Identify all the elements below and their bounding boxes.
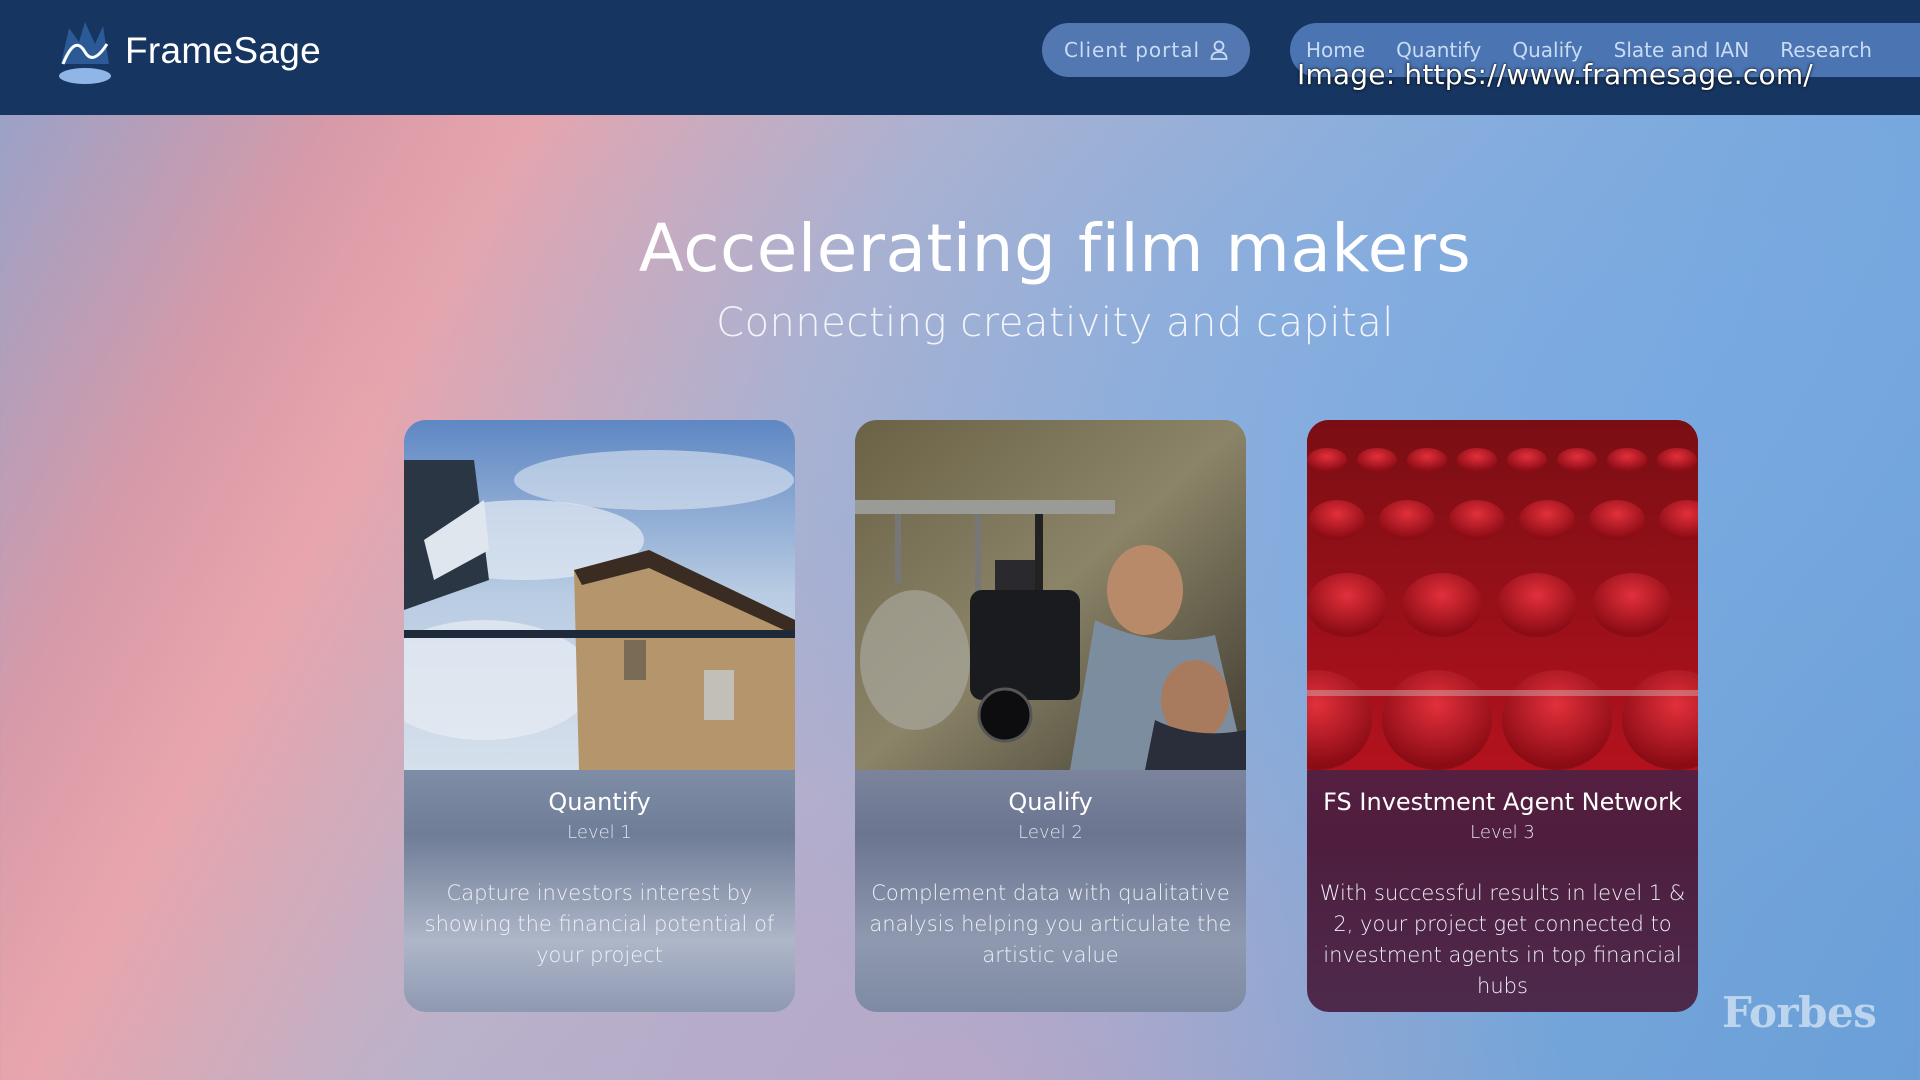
film-crane-photo: [404, 420, 795, 770]
card-title: Quantify: [548, 788, 651, 816]
hero-subtitle: Connecting creativity and capital: [716, 300, 1394, 346]
client-portal-button[interactable]: Client portal: [1042, 23, 1250, 77]
card-title: FS Investment Agent Network: [1323, 788, 1682, 816]
hero-title: Accelerating film makers: [638, 210, 1472, 287]
card-qualify[interactable]: Qualify Level 2 Complement data with qua…: [855, 420, 1246, 1012]
client-portal-label: Client portal: [1063, 38, 1201, 62]
brand-logo[interactable]: FrameSage: [55, 14, 321, 88]
forbes-watermark: Forbes: [1722, 988, 1877, 1037]
cinema-seats-photo: [1307, 420, 1698, 770]
card-level: Level 2: [1018, 822, 1083, 843]
card-description: Capture investors interest by showing th…: [424, 881, 775, 967]
card-level: Level 3: [1470, 822, 1535, 843]
framesage-logo-icon: [59, 22, 111, 84]
card-description: With successful results in level 1 & 2, …: [1319, 881, 1686, 998]
image-source-caption: Image: https://www.framesage.com/: [1297, 58, 1813, 91]
card-title: Qualify: [1008, 788, 1093, 816]
card-level: Level 1: [567, 822, 632, 843]
user-icon: [1210, 40, 1228, 60]
card-quantify[interactable]: Quantify Level 1 Capture investors inter…: [404, 420, 795, 1012]
card-description: Complement data with qualitative analysi…: [869, 881, 1232, 967]
camera-operator-photo: [855, 420, 1246, 770]
brand-name: FrameSage: [125, 30, 322, 71]
card-fs-investment-agent-network[interactable]: FS Investment Agent Network Level 3 With…: [1307, 420, 1698, 1012]
